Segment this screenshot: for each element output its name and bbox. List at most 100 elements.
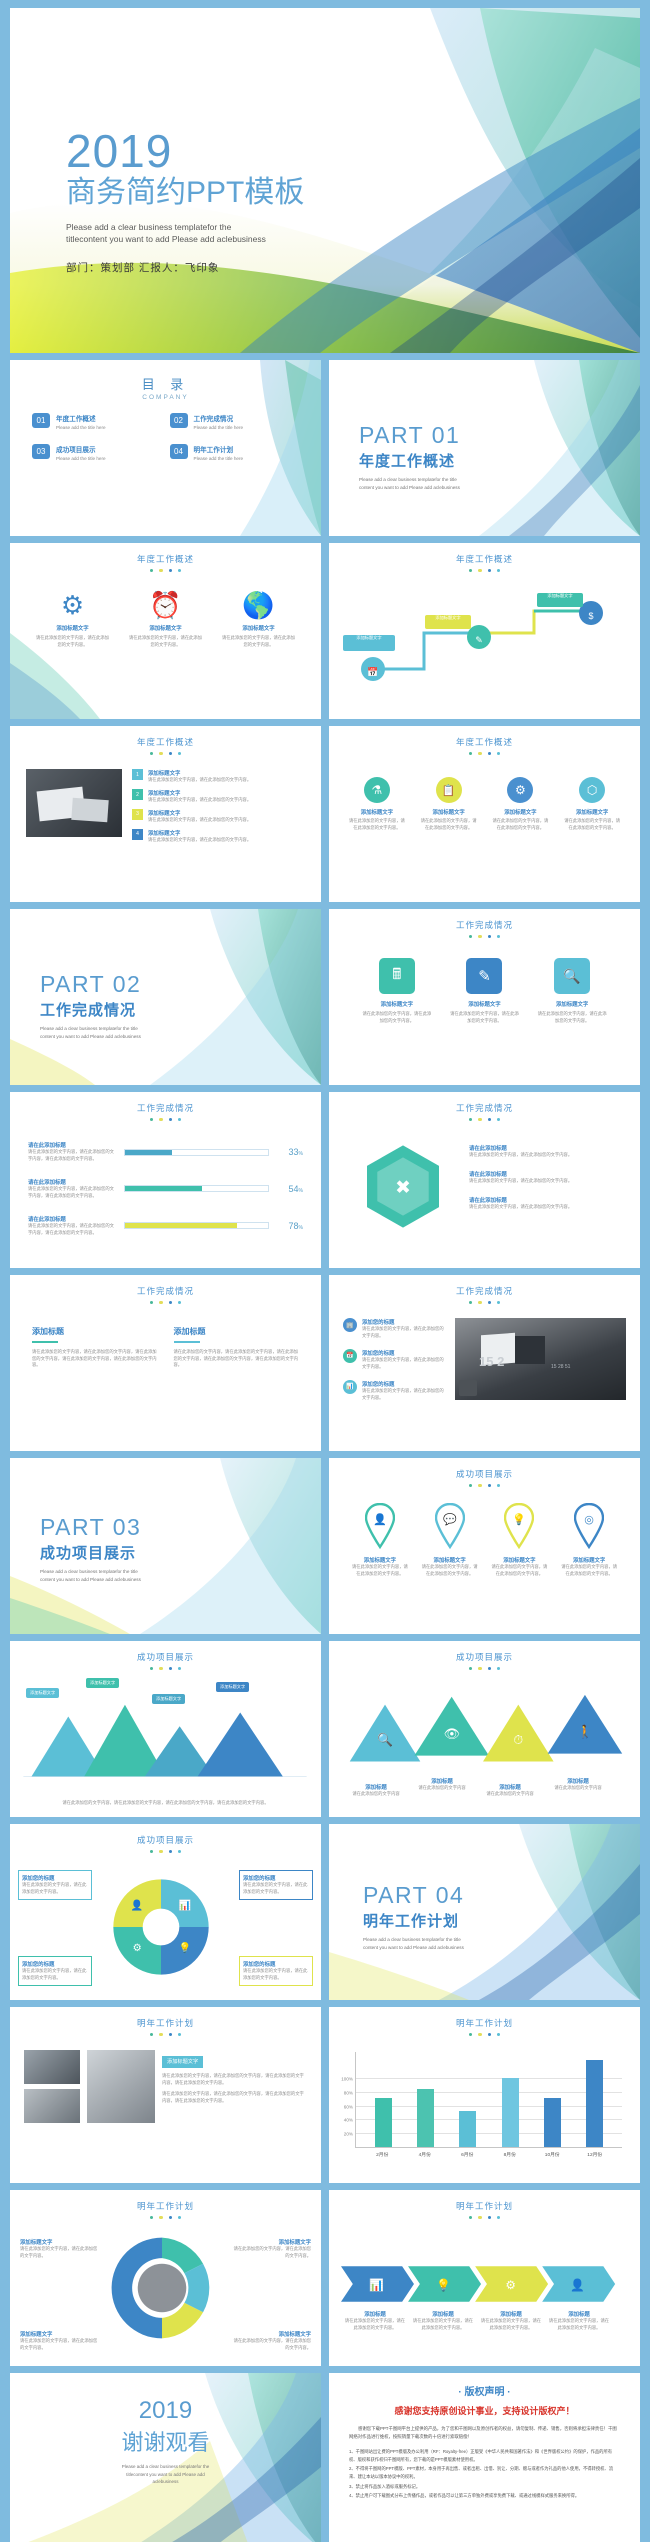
text-column-right[interactable]: 添加标题 请在此添加您的文字内容，请在此添加您的文字内容，请在此添加您的文字内容… — [173, 1326, 300, 1369]
slide-thanks[interactable]: 2019 谢谢观看 Please add a clear business te… — [10, 2373, 321, 2542]
square-card[interactable]: 🖩 添加标题文字 请在此添加您的文字内容，请在此添加您的文字内容。 — [361, 958, 433, 1025]
list-number: 3 — [132, 808, 143, 820]
icon-card[interactable]: 🌎 添加标题文字 请在此添加您的文字内容，请在此添加您的文字内容。 — [221, 592, 297, 649]
photo-placeholder: 15 2 15 28 51 — [455, 1318, 626, 1401]
triangle-label: 添加标题 — [499, 1785, 521, 1791]
slide-triangles[interactable]: 成功项目展示 🔍 👁 ⏱ 🚶 添加标题 请在此添加您的文字内容 添加标题 请在此… — [329, 1641, 640, 1817]
slide-photo-bullets[interactable]: 工作完成情况 🏢 添加您的标题 请在此添加您的文字内容，请在此添加您的文字内容。… — [329, 1275, 640, 1451]
progress-percent: 54% — [288, 1183, 303, 1194]
triangle-label: 添加标题 — [365, 1785, 387, 1791]
icon-card[interactable]: ⚗ 添加标题文字 请在此添加您的文字内容，请在此添加您的文字内容。 — [348, 777, 406, 832]
progress-row[interactable]: 请在此添加标题 请在此添加您的文字内容，请在此添加您的文字内容，请在此添加您的文… — [28, 1141, 303, 1163]
arrow-desc: 请在此添加您的文字内容，请在此添加您的文字内容。 — [412, 2318, 474, 2330]
slide-toc[interactable]: 目 录 COMPANY 01 年度工作概述 Please add the tit… — [10, 360, 321, 536]
slide-part-03[interactable]: PART 03 成功项目展示 Please add a clear busine… — [10, 1458, 321, 1634]
cycle-diagram — [111, 2237, 210, 2339]
slide-pins[interactable]: 成功项目展示 👤 添加标题文字 请在此添加您的文字内容，请在此添加您的文字内容。 — [329, 1458, 640, 1634]
progress-desc: 请在此添加您的文字内容，请在此添加您的文字内容，请在此添加您的文字内容。 — [28, 1149, 114, 1162]
slide-header-title: 成功项目展示 — [136, 1835, 194, 1845]
square-card[interactable]: ✎ 添加标题文字 请在此添加您的文字内容，请在此添加您的文字内容。 — [448, 958, 520, 1025]
bullet-item[interactable]: 📅 添加您的标题 请在此添加您的文字内容，请在此添加您的文字内容。 — [343, 1348, 447, 1371]
square-card-label: 添加标题文字 — [468, 1002, 501, 1009]
toc-item-01[interactable]: 01 年度工作概述 Please add the title here — [32, 413, 162, 430]
pin-card[interactable]: 👤 添加标题文字 请在此添加您的文字内容，请在此添加您的文字内容。 — [350, 1502, 410, 1578]
slide-part-04[interactable]: PART 04 明年工作计划 Please add a clear busine… — [329, 1824, 640, 2000]
list-item[interactable]: 3 添加标题文字 请在此添加您的文字内容，请在此添加您的文字内容。 — [132, 808, 305, 824]
cycle-label-item[interactable]: 添加标题文字 请在此添加您的文字内容，请在此添加您的文字内容。 — [20, 2330, 98, 2352]
slide-three-icons[interactable]: 年度工作概述 ⚙ 添加标题文字 请在此添加您的文字内容，请在此添加您的文字内容。… — [10, 543, 321, 719]
cycle-label: 添加标题文字 — [20, 2240, 53, 2246]
toc-desc: Please add the title here — [193, 456, 244, 461]
text-column-left[interactable]: 添加标题 请在此添加您的文字内容，请在此添加您的文字内容，请在此添加您的文字内容… — [32, 1326, 158, 1369]
cycle-label-item[interactable]: 添加标题文字 请在此添加您的文字内容，请在此添加您的文字内容。 — [20, 2238, 98, 2260]
column-body: 请在此添加您的文字内容，请在此添加您的文字内容，请在此添加您的文字内容，请在此添… — [173, 1348, 299, 1368]
slide-pie-quadrant[interactable]: 成功项目展示 📊 💡 ⚙ 👤 添加您的标题 请在此添加您的文字内容，请在此添加您… — [10, 1824, 321, 2000]
slide-cycle[interactable]: 明年工作计划 添加标题文字 请在此添加您的文字内容，请在此添加您的文字内容。 添… — [10, 2190, 321, 2366]
slide-photo-grid[interactable]: 明年工作计划 添加标题文字 请在此添加您的文字内容，请在此添加您的文字内容，请在… — [10, 2007, 321, 2183]
list-item[interactable]: 4 添加标题文字 请在此添加您的文字内容，请在此添加您的文字内容。 — [132, 828, 305, 844]
pin-card[interactable]: ◎ 添加标题文字 请在此添加您的文字内容，请在此添加您的文字内容。 — [559, 1502, 619, 1578]
bar[interactable] — [416, 2088, 434, 2148]
slide-header-title: 工作完成情况 — [455, 1286, 513, 1296]
icon-card[interactable]: ⏰ 添加标题文字 请在此添加您的文字内容，请在此添加您的文字内容。 — [128, 592, 204, 649]
pin-card[interactable]: 💡 添加标题文字 请在此添加您的文字内容，请在此添加您的文字内容。 — [489, 1502, 549, 1578]
cycle-label: 添加标题文字 — [278, 2240, 311, 2246]
slide-header-title: 明年工作计划 — [136, 2201, 194, 2211]
cycle-label-item[interactable]: 添加标题文字 请在此添加您的文字内容，请在此添加您的文字内容。 — [233, 2238, 311, 2260]
bullet-item[interactable]: 🏢 添加您的标题 请在此添加您的文字内容，请在此添加您的文字内容。 — [343, 1318, 447, 1340]
section-title: 明年工作计划 — [363, 1913, 460, 1930]
bar[interactable] — [501, 2077, 519, 2148]
icon-card[interactable]: 📋 添加标题文字 请在此添加您的文字内容，请在此添加您的文字内容。 — [420, 777, 478, 832]
timeline-label: 添加标题文字 — [356, 635, 382, 640]
slide-mountains[interactable]: 成功项目展示 添加标题文字 添加标题文字 添加标题文字 添加标题文字 请在此添加… — [10, 1641, 321, 1817]
pin-card[interactable]: 💬 添加标题文字 请在此添加您的文字内容，请在此添加您的文字内容。 — [420, 1502, 480, 1578]
slide-copyright[interactable]: · 版权声明 · 感谢您支持原创设计事业，支持设计版权产！ 感谢您下载PPT千图… — [329, 2373, 640, 2542]
slide-four-icons[interactable]: 年度工作概述 ⚗ 添加标题文字 请在此添加您的文字内容，请在此添加您的文字内容。… — [329, 726, 640, 902]
bar[interactable] — [374, 2098, 392, 2148]
slide-cover[interactable]: 2019 商务简约PPT模板 Please add a clear busine… — [10, 8, 640, 353]
slide-two-column[interactable]: 工作完成情况 添加标题 请在此添加您的文字内容，请在此添加您的文字内容，请在此添… — [10, 1275, 321, 1451]
section-en-line2: content you want to add Please add acleb… — [40, 1033, 141, 1039]
slide-part-02[interactable]: PART 02 工作完成情况 Please add a clear busine… — [10, 909, 321, 1085]
hex-point[interactable]: 请在此添加标题 请在此添加您的文字内容，请在此添加您的文字内容。 — [469, 1170, 621, 1185]
icon-card[interactable]: ⬡ 添加标题文字 请在此添加您的文字内容，请在此添加您的文字内容。 — [563, 777, 621, 832]
list-item[interactable]: 1 添加标题文字 请在此添加您的文字内容，请在此添加您的文字内容。 — [132, 769, 305, 784]
hex-point[interactable]: 请在此添加标题 请在此添加您的文字内容，请在此添加您的文字内容。 — [469, 1144, 621, 1159]
hex-point-title: 请在此添加标题 — [469, 1197, 507, 1204]
progress-row[interactable]: 请在此添加标题 请在此添加您的文字内容，请在此添加您的文字内容，请在此添加您的文… — [28, 1178, 303, 1200]
slide-part-01[interactable]: PART 01 年度工作概述 Please add a clear busine… — [329, 360, 640, 536]
progress-row[interactable]: 请在此添加标题 请在此添加您的文字内容，请在此添加您的文字内容，请在此添加您的文… — [28, 1215, 303, 1237]
bar[interactable] — [459, 2110, 477, 2148]
slide-three-squares[interactable]: 工作完成情况 🖩 添加标题文字 请在此添加您的文字内容，请在此添加您的文字内容。… — [329, 909, 640, 1085]
list-item[interactable]: 2 添加标题文字 请在此添加您的文字内容，请在此添加您的文字内容。 — [132, 789, 305, 804]
x-axis-tick: 4月份 — [418, 2153, 431, 2159]
square-card[interactable]: 🔍 添加标题文字 请在此添加您的文字内容，请在此添加您的文字内容。 — [536, 958, 608, 1025]
icon-card[interactable]: ⚙ 添加标题文字 请在此添加您的文字内容，请在此添加您的文字内容。 — [491, 777, 549, 832]
slide-hexagon[interactable]: 工作完成情况 ✖ 请在此添加标题 请在此添加您的文字内容，请在此添加您的文字内容… — [329, 1092, 640, 1268]
icon-card-desc: 请在此添加您的文字内容，请在此添加您的文字内容。 — [128, 635, 203, 648]
hex-point[interactable]: 请在此添加标题 请在此添加您的文字内容，请在此添加您的文字内容。 — [469, 1196, 621, 1211]
slide-bar-chart[interactable]: 明年工作计划 100% 80% 60% 40% 20% 2月份 4月份 6月份 … — [329, 2007, 640, 2183]
bullet-title: 添加您的标题 — [362, 1381, 395, 1388]
toc-desc: Please add the title here — [193, 425, 244, 430]
bar[interactable] — [586, 2060, 604, 2148]
toc-item-02[interactable]: 02 工作完成情况 Please add the title here — [169, 413, 300, 430]
header-dots — [10, 2216, 321, 2220]
bar[interactable] — [543, 2098, 561, 2148]
bullet-item[interactable]: 📊 添加您的标题 请在此添加您的文字内容，请在此添加您的文字内容。 — [343, 1379, 447, 1402]
slide-arrows[interactable]: 明年工作计划 📊 💡 ⚙ 👤 添加标题 请在此添加您的文字内容，请在此添加您的文… — [329, 2190, 640, 2366]
slide-photo-list[interactable]: 年度工作概述 1 添加标题文字 请在此添加您的文字内容，请在此添加您的文字内容。 — [10, 726, 321, 902]
slide-header-title: 明年工作计划 — [455, 2018, 513, 2028]
cycle-label-item[interactable]: 添加标题文字 请在此添加您的文字内容，请在此添加您的文字内容。 — [233, 2330, 311, 2352]
mountain-label: 添加标题文字 — [152, 1694, 186, 1704]
icon-card[interactable]: ⚙ 添加标题文字 请在此添加您的文字内容，请在此添加您的文字内容。 — [35, 592, 111, 649]
slide-timeline[interactable]: 年度工作概述 📅 ✎ $ 添加标题文字 添加标题文字 添加标题文字 — [329, 543, 640, 719]
slide-row-5: 工作完成情况 请在此添加标题 请在此添加您的文字内容，请在此添加您的文字内容，请… — [10, 1092, 640, 1268]
x-axis-tick: 2月份 — [376, 2153, 389, 2159]
pin-desc: 请在此添加您的文字内容，请在此添加您的文字内容。 — [561, 1564, 618, 1577]
toc-item-03[interactable]: 03 成功项目展示 Please add the title here — [32, 444, 162, 461]
cover-subtitle-line2: titlecontent you want to add Please add … — [66, 234, 266, 245]
timeline-label: 添加标题文字 — [435, 615, 461, 620]
toc-item-04[interactable]: 04 明年工作计划 Please add the title here — [169, 444, 300, 461]
slide-progress-bars[interactable]: 工作完成情况 请在此添加标题 请在此添加您的文字内容，请在此添加您的文字内容，请… — [10, 1092, 321, 1268]
